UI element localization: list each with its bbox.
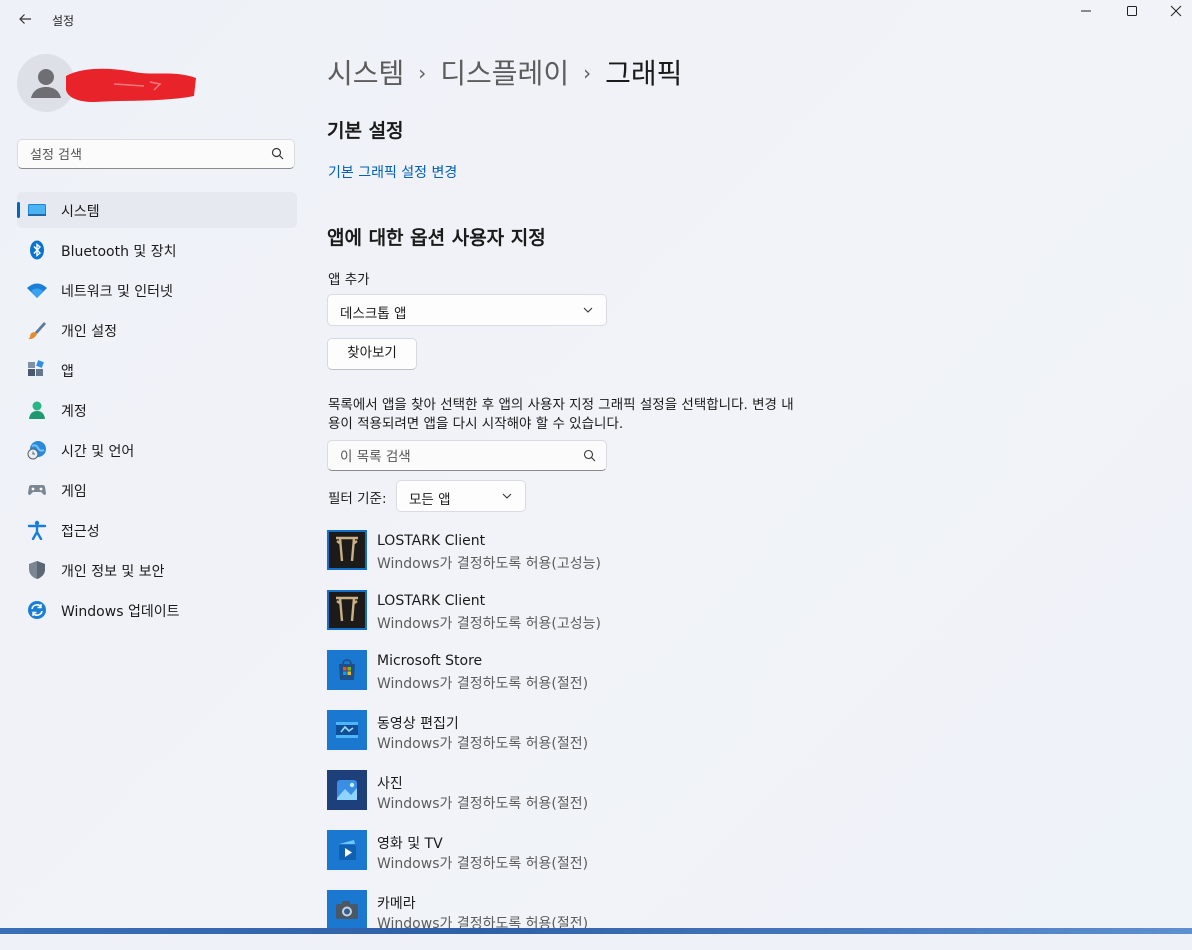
sidebar-item-label: 네트워크 및 인터넷: [61, 284, 173, 300]
list-item[interactable]: 사진 Windows가 결정하도록 허용(절전): [327, 770, 927, 830]
browse-button[interactable]: 찾아보기: [327, 338, 417, 370]
app-graphics-preference: Windows가 결정하도록 허용(절전): [377, 856, 589, 872]
settings-search[interactable]: [17, 139, 295, 170]
sidebar-item-accessibility[interactable]: 접근성: [17, 512, 297, 548]
app-list: LOSTARK Client Windows가 결정하도록 허용(고성능) LO…: [327, 530, 927, 950]
video-editor-icon: [327, 710, 367, 750]
sidebar-item-system[interactable]: 시스템: [17, 192, 297, 228]
person-icon: [29, 401, 45, 419]
minimize-icon[interactable]: [1063, 0, 1109, 28]
basic-settings-heading: 기본 설정: [327, 120, 404, 142]
taskbar-edge: [0, 928, 1192, 934]
back-arrow-icon[interactable]: [14, 10, 36, 32]
brush-icon: [28, 322, 46, 340]
app-name: 사진: [377, 776, 403, 792]
filter-dropdown[interactable]: 모든 앱: [396, 480, 526, 512]
title-bar: 설정: [0, 0, 1192, 40]
lostark-icon: [327, 590, 367, 630]
sidebar-item-label: 개인 설정: [61, 324, 117, 340]
list-item[interactable]: Microsoft Store Windows가 결정하도록 허용(절전): [327, 650, 927, 710]
maximize-icon[interactable]: [1109, 0, 1155, 28]
list-item[interactable]: LOSTARK Client Windows가 결정하도록 허용(고성능): [327, 590, 927, 650]
settings-window: 설정 설정 검색 시스템 Bluetooth 및 장치 네트워크 및 인터넷 개…: [0, 0, 1192, 932]
breadcrumb-separator: ›: [418, 61, 427, 85]
sidebar-item-label: 접근성: [61, 524, 100, 540]
globe-clock-icon: [27, 441, 46, 460]
list-item[interactable]: 영화 및 TV Windows가 결정하도록 허용(절전): [327, 830, 927, 890]
search-icon[interactable]: [582, 448, 598, 464]
redacted-username: [64, 64, 198, 104]
window-title: 설정: [52, 14, 75, 28]
sidebar-item-label: 시간 및 언어: [61, 444, 135, 460]
sidebar-item-privacy[interactable]: 개인 정보 및 보안: [17, 552, 297, 588]
app-type-value: 데스크톱 앱: [340, 306, 407, 322]
description-text: 목록에서 앱을 찾아 선택한 후 앱의 사용자 지정 그래픽 설정을 선택합니다…: [328, 397, 794, 432]
list-item[interactable]: 동영상 편집기 Windows가 결정하도록 허용(절전): [327, 710, 927, 770]
sidebar-nav: 시스템 Bluetooth 및 장치 네트워크 및 인터넷 개인 설정 앱 계정…: [17, 192, 297, 632]
app-list-search-input[interactable]: [338, 441, 572, 472]
update-icon: [28, 601, 46, 619]
shield-icon: [29, 561, 45, 579]
sidebar-item-bluetooth[interactable]: Bluetooth 및 장치: [17, 232, 297, 268]
sidebar-item-network[interactable]: 네트워크 및 인터넷: [17, 272, 297, 308]
breadcrumb-display[interactable]: 디스플레이: [440, 57, 569, 90]
monitor-icon: [28, 204, 46, 216]
camera-icon: [327, 890, 367, 930]
app-name: LOSTARK Client: [377, 533, 486, 549]
apps-icon: [28, 360, 44, 376]
app-name: LOSTARK Client: [377, 593, 486, 609]
add-app-label: 앱 추가: [328, 272, 370, 288]
sidebar-item-windows-update[interactable]: Windows 업데이트: [17, 592, 297, 628]
bluetooth-icon: [30, 240, 44, 260]
chevron-down-icon: [502, 493, 512, 499]
breadcrumb-separator: ›: [583, 61, 592, 85]
app-name: Microsoft Store: [377, 653, 483, 669]
list-item[interactable]: 카메라 Windows가 결정하도록 허용(절전): [327, 890, 927, 950]
sidebar-item-label: 앱: [61, 364, 74, 380]
sidebar-item-label: 개인 정보 및 보안: [61, 564, 165, 580]
app-graphics-preference: Windows가 결정하도록 허용(절전): [377, 736, 589, 752]
photos-icon: [327, 770, 367, 810]
list-item[interactable]: LOSTARK Client Windows가 결정하도록 허용(고성능): [327, 530, 927, 590]
app-name: 카메라: [377, 896, 416, 912]
sidebar-item-personalization[interactable]: 개인 설정: [17, 312, 297, 348]
app-graphics-preference: Windows가 결정하도록 허용(절전): [377, 676, 589, 692]
wifi-icon: [27, 283, 47, 298]
accessibility-icon: [27, 520, 47, 540]
movies-tv-icon: [327, 830, 367, 870]
filter-label: 필터 기준:: [328, 491, 387, 507]
chevron-down-icon: [583, 307, 593, 313]
breadcrumb: 시스템 › 디스플레이 › 그래픽: [327, 52, 682, 92]
gamepad-icon: [28, 485, 46, 495]
active-indicator: [17, 202, 20, 218]
microsoft-store-icon: [327, 650, 367, 690]
app-graphics-preference: Windows가 결정하도록 허용(고성능): [377, 616, 601, 632]
page-title: 그래픽: [605, 57, 683, 90]
sidebar-item-apps[interactable]: 앱: [17, 352, 297, 388]
sidebar-item-label: 게임: [61, 484, 87, 500]
custom-options-heading: 앱에 대한 옵션 사용자 지정: [327, 227, 546, 249]
sidebar-item-time-language[interactable]: 시간 및 언어: [17, 432, 297, 468]
sidebar-item-accounts[interactable]: 계정: [17, 392, 297, 428]
sidebar-item-label: Bluetooth 및 장치: [61, 244, 177, 260]
app-type-dropdown[interactable]: 데스크톱 앱: [327, 294, 607, 326]
app-name: 동영상 편집기: [377, 716, 459, 732]
change-default-graphics-link[interactable]: 기본 그래픽 설정 변경: [328, 162, 457, 182]
sidebar-item-label: 계정: [61, 404, 87, 420]
app-graphics-preference: Windows가 결정하도록 허용(고성능): [377, 556, 601, 572]
filter-value: 모든 앱: [409, 492, 451, 508]
breadcrumb-system[interactable]: 시스템: [327, 57, 404, 90]
sidebar-item-label: Windows 업데이트: [61, 604, 180, 620]
app-graphics-preference: Windows가 결정하도록 허용(절전): [377, 796, 589, 812]
lostark-icon: [327, 530, 367, 570]
settings-search-input[interactable]: [28, 140, 262, 170]
search-icon[interactable]: [270, 146, 286, 162]
sidebar-item-gaming[interactable]: 게임: [17, 472, 297, 508]
app-list-search[interactable]: [327, 440, 607, 472]
sidebar-item-label: 시스템: [61, 204, 100, 220]
app-name: 영화 및 TV: [377, 836, 443, 852]
close-icon[interactable]: [1153, 0, 1192, 28]
